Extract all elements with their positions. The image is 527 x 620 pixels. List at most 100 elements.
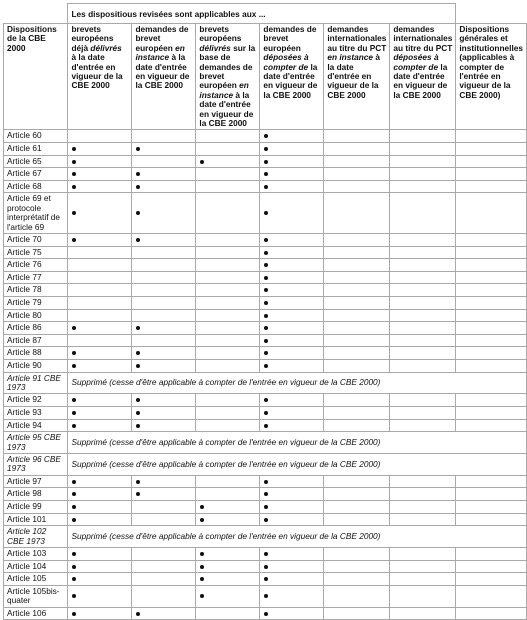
applicability-cell bbox=[195, 308, 261, 323]
table-row: Article 65 bbox=[2, 154, 527, 169]
bullet-icon bbox=[264, 146, 269, 151]
applicability-cell bbox=[195, 333, 261, 348]
applicability-cell bbox=[67, 406, 133, 420]
table-row: Article 90 bbox=[2, 359, 527, 373]
applicability-cell bbox=[67, 547, 133, 561]
applicability-cell bbox=[195, 406, 261, 420]
applicability-cell bbox=[195, 283, 261, 298]
applicability-cell bbox=[131, 283, 197, 298]
article-cell: Article 99 bbox=[2, 500, 69, 514]
applicability-cell bbox=[323, 333, 391, 348]
column-header-4: demandes de brevet européen déposées à c… bbox=[259, 22, 325, 131]
applicability-cell bbox=[389, 606, 457, 620]
bullet-icon bbox=[72, 577, 77, 582]
table-header: Les dispositious revisées sont applicabl… bbox=[2, 3, 527, 131]
bullet-icon bbox=[200, 159, 205, 164]
table-row: Article 95 CBE 1973 Supprimé (cesse d'êtr… bbox=[2, 431, 527, 454]
table-row: Article 96 CBE 1973 Supprimé (cesse d'êtr… bbox=[2, 453, 527, 476]
article-cell: Article 98 bbox=[2, 487, 69, 501]
applicability-cell bbox=[195, 584, 261, 608]
applicability-cell bbox=[67, 559, 133, 574]
applicability-cell bbox=[389, 129, 457, 144]
bullet-icon bbox=[72, 504, 77, 509]
applicability-cell bbox=[455, 584, 527, 608]
applicability-cell bbox=[455, 179, 527, 194]
table-row: Article 93 bbox=[2, 406, 527, 420]
applicability-cell bbox=[131, 167, 197, 181]
bullet-icon bbox=[264, 577, 269, 582]
applicability-cell bbox=[323, 359, 391, 373]
bullet-icon bbox=[72, 363, 77, 368]
applicability-cell bbox=[259, 393, 325, 407]
column-header-5: demandes internationales au titre du PCT… bbox=[323, 22, 391, 131]
applicability-cell bbox=[259, 154, 325, 169]
bullet-icon bbox=[264, 211, 269, 216]
bullet-icon bbox=[264, 338, 269, 343]
applicability-cell bbox=[259, 500, 325, 514]
bullet-icon bbox=[72, 172, 77, 177]
bullet-icon bbox=[72, 146, 77, 151]
article-cell: Article 70 bbox=[2, 233, 69, 247]
article-cell: Article 103 bbox=[2, 547, 69, 561]
applicability-cell bbox=[131, 296, 197, 310]
applicability-cell bbox=[455, 142, 527, 156]
table-row: Article 79 bbox=[2, 296, 527, 310]
applicability-cell bbox=[323, 559, 391, 574]
applicability-cell bbox=[259, 406, 325, 420]
bullet-icon bbox=[72, 410, 77, 415]
applicability-cell bbox=[259, 142, 325, 156]
column-header-text: demandes internationales au titre du PCT bbox=[393, 24, 453, 53]
table-row: Article 76 bbox=[2, 258, 527, 272]
applicability-cell bbox=[67, 233, 133, 247]
table-row: Article 103 bbox=[2, 547, 527, 561]
applicability-cell bbox=[389, 142, 457, 156]
applicability-cell bbox=[455, 346, 527, 360]
applicability-cell bbox=[323, 270, 391, 285]
column-header-2: demandes de brevet européen en instance … bbox=[131, 22, 197, 131]
applicability-cell bbox=[455, 559, 527, 574]
bullet-icon bbox=[264, 300, 269, 305]
article-cell: Article 77 bbox=[2, 270, 69, 285]
applicability-cell bbox=[455, 167, 527, 181]
applicability-cell bbox=[67, 474, 133, 489]
applicability-cell bbox=[259, 487, 325, 501]
bullet-icon bbox=[264, 611, 269, 616]
applicability-cell bbox=[131, 233, 197, 247]
applicability-cell bbox=[455, 359, 527, 373]
applicability-cell bbox=[67, 270, 133, 285]
bullet-icon bbox=[72, 159, 77, 164]
table-row: Article 67 bbox=[2, 167, 527, 181]
applicability-cell bbox=[323, 406, 391, 420]
table-row: Article 68 bbox=[2, 179, 527, 194]
applicability-cell bbox=[455, 418, 527, 433]
table-row: Article 98 bbox=[2, 487, 527, 501]
bullet-icon bbox=[264, 551, 269, 556]
article-cell: Article 102 CBE 1973 bbox=[2, 525, 69, 548]
applicability-cell bbox=[259, 270, 325, 285]
table-row: Article 97 bbox=[2, 474, 527, 489]
bullet-icon bbox=[72, 326, 77, 331]
bullet-icon bbox=[72, 351, 77, 356]
applicability-cell bbox=[389, 258, 457, 272]
article-cell: Article 60 bbox=[2, 129, 69, 144]
applicability-cell bbox=[67, 296, 133, 310]
applicability-cell bbox=[195, 474, 261, 489]
table-body: Article 60 Article 61 Article 65 Article 67… bbox=[2, 129, 527, 620]
header-blank-left bbox=[4, 4, 68, 24]
applicability-cell bbox=[195, 559, 261, 574]
applicability-cell bbox=[67, 142, 133, 156]
applicability-cell bbox=[259, 258, 325, 272]
article-cell: Article 94 bbox=[2, 418, 69, 433]
table-row: Article 102 CBE 1973 Supprimé (cesse d'êt… bbox=[2, 525, 527, 548]
applicability-cell bbox=[195, 606, 261, 620]
column-header-text: déposées à compter de bbox=[263, 52, 309, 72]
bullet-icon bbox=[72, 184, 77, 189]
article-cell: Article 69 et protocole interprétatif de… bbox=[2, 192, 69, 235]
applicability-cell bbox=[195, 359, 261, 373]
bullet-icon bbox=[264, 313, 269, 318]
applicability-cell bbox=[389, 359, 457, 373]
bullet-icon bbox=[264, 351, 269, 356]
table-row: Article 94 bbox=[2, 418, 527, 433]
applicability-cell bbox=[455, 283, 527, 298]
bullet-icon bbox=[136, 184, 141, 189]
